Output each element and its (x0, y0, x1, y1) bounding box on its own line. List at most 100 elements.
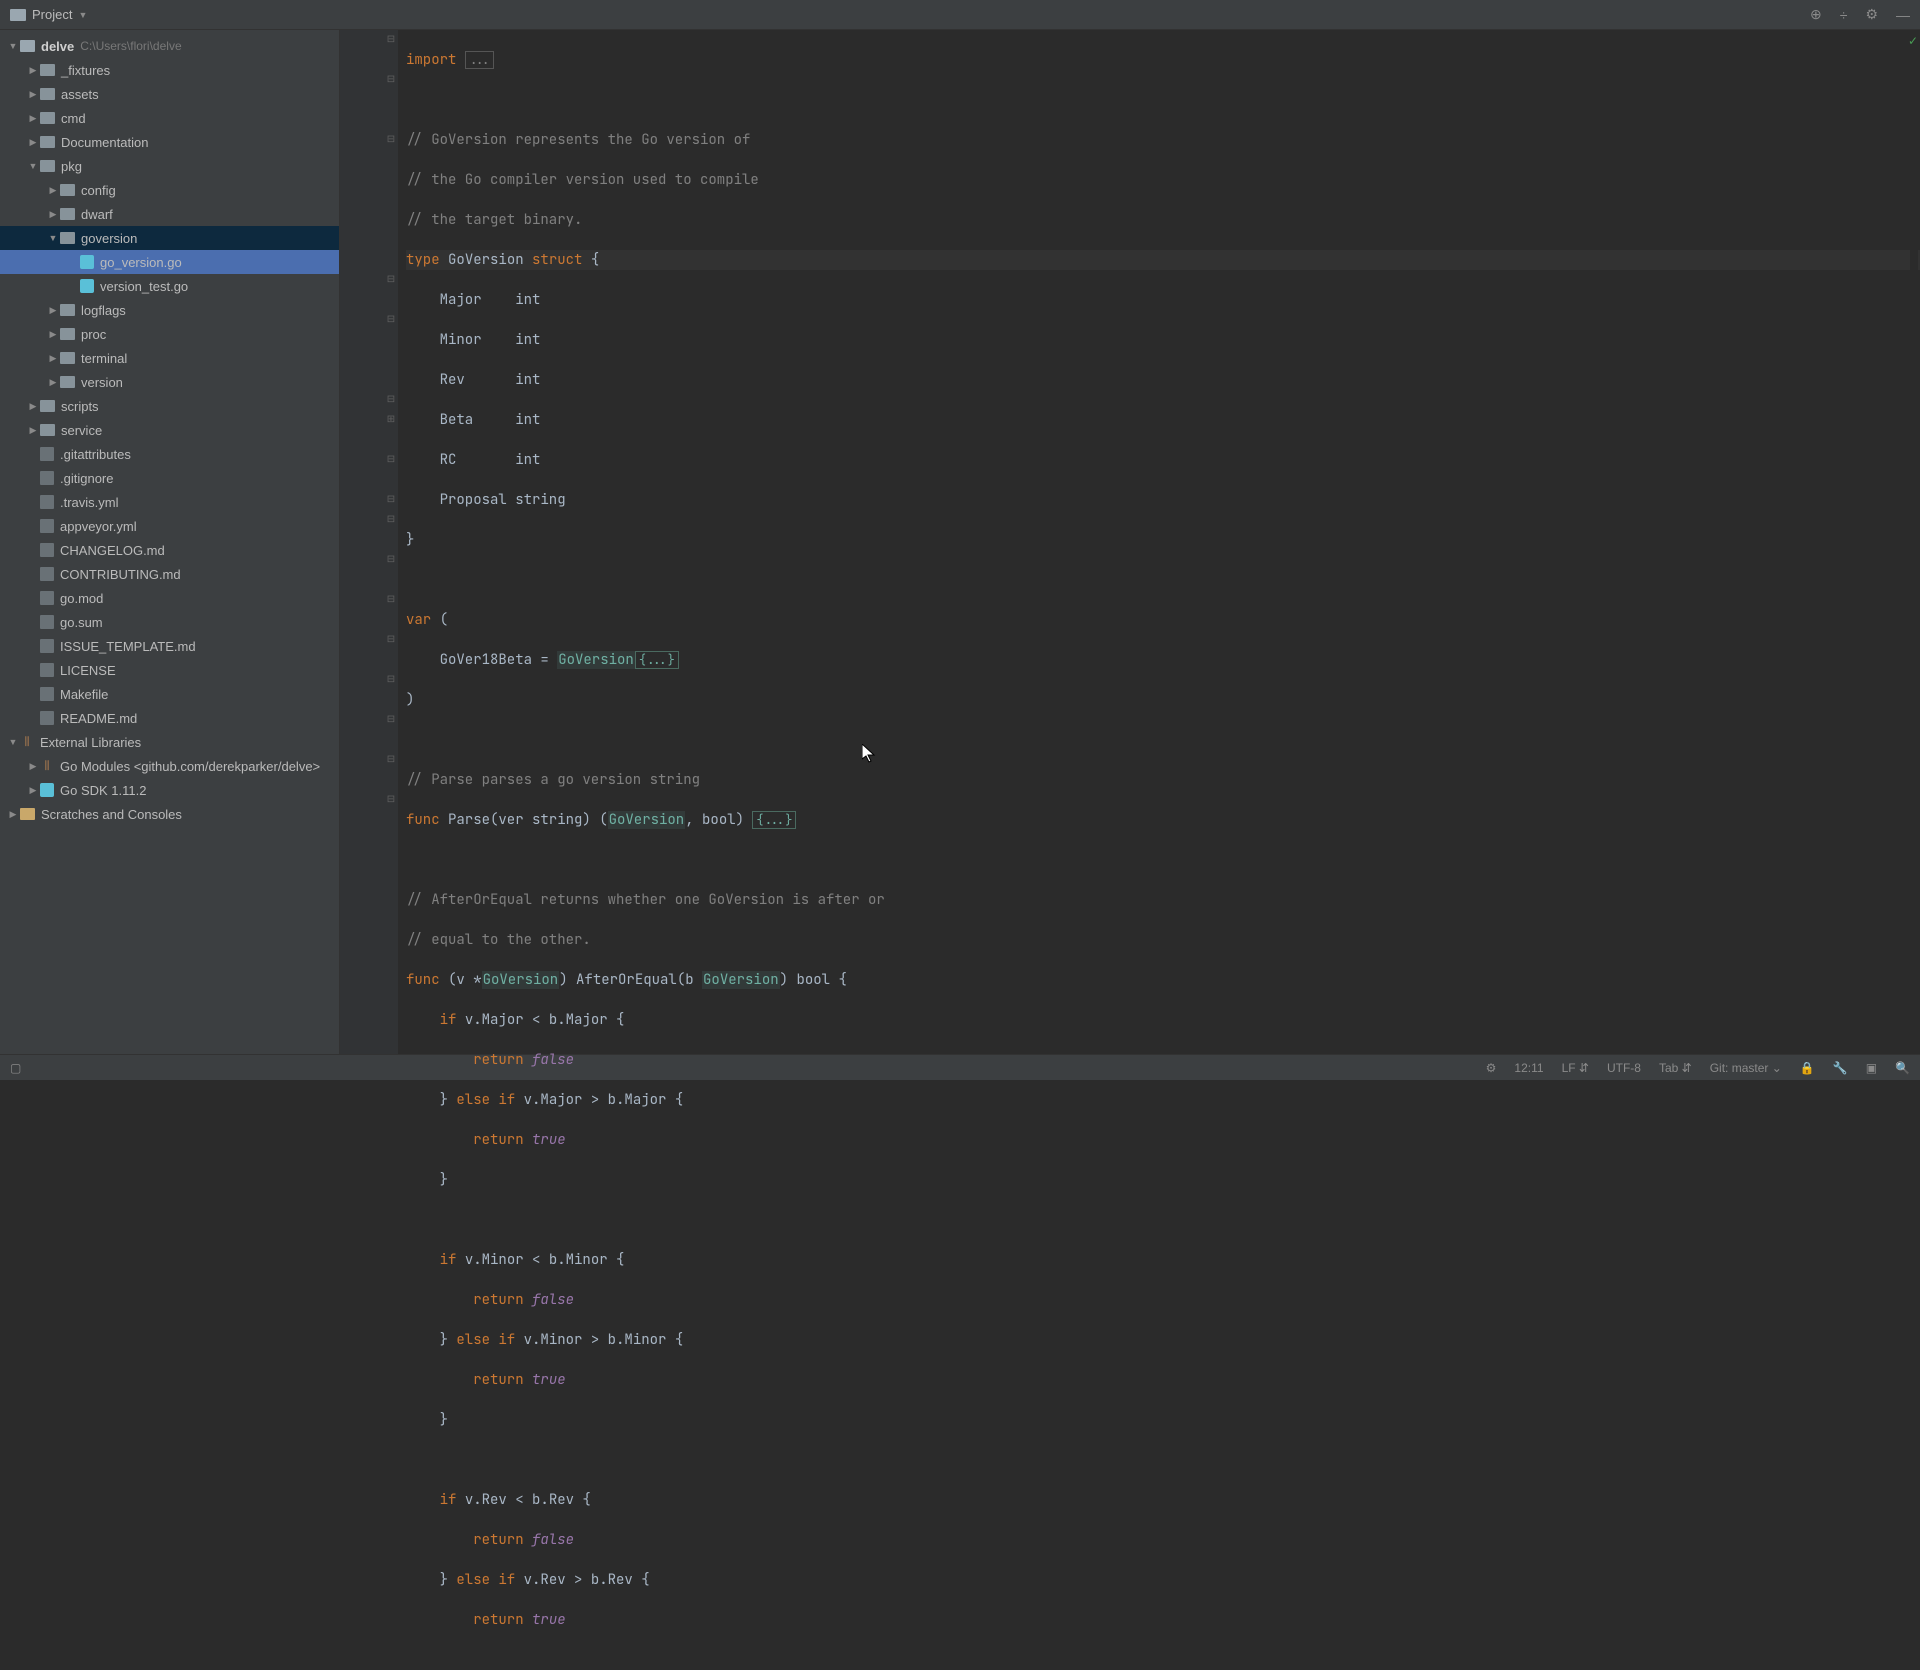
chevron-down-icon[interactable]: ▼ (26, 161, 40, 171)
tree-item-label: Documentation (61, 135, 148, 150)
tree-item-label: goversion (81, 231, 137, 246)
chevron-right-icon[interactable]: ▶ (26, 761, 40, 772)
tree-item-version[interactable]: ▶ version (0, 370, 339, 394)
tree-item-label: pkg (61, 159, 82, 174)
editor[interactable]: ⊟ ⊟ ⊟ ⊟ ⊟ ⊟ ⊞ ⊟ ⊟⊟ ⊟⊟ ⊟ ⊟⊟ ⊟ ⊟ import ..… (340, 30, 1920, 1054)
project-view-icon[interactable] (10, 9, 26, 21)
locate-icon[interactable]: ⊕ (1810, 6, 1822, 23)
tree-item-makefile[interactable]: Makefile (0, 682, 339, 706)
tree-item-go-version-go[interactable]: go_version.go (0, 250, 339, 274)
tree-item-assets[interactable]: ▶assets (0, 82, 339, 106)
gear-icon[interactable]: ⚙ (1865, 6, 1878, 23)
fold-gutter[interactable]: ⊟ ⊟ ⊟ ⊟ ⊟ ⊟ ⊞ ⊟ ⊟⊟ ⊟⊟ ⊟ ⊟⊟ ⊟ ⊟ (384, 30, 398, 1054)
chevron-down-icon[interactable]: ▼ (6, 41, 20, 51)
tree-item--gitignore[interactable]: .gitignore (0, 466, 339, 490)
fold-func-body[interactable]: {...} (752, 811, 796, 829)
tree-item-readme-md[interactable]: README.md (0, 706, 339, 730)
tree-item-dwarf[interactable]: ▶ dwarf (0, 202, 339, 226)
root-name: delve (41, 39, 74, 54)
chevron-right-icon[interactable]: ▶ (26, 65, 40, 76)
tree-item-contributing-md[interactable]: CONTRIBUTING.md (0, 562, 339, 586)
fold-import[interactable]: ... (465, 51, 495, 69)
chevron-right-icon[interactable]: ▶ (6, 809, 20, 820)
file-icon (40, 639, 54, 653)
collapse-icon[interactable]: ÷ (1840, 7, 1848, 23)
tree-item-version-test-go[interactable]: version_test.go (0, 274, 339, 298)
tree-item--travis-yml[interactable]: .travis.yml (0, 490, 339, 514)
code-area[interactable]: import ... // GoVersion represents the G… (398, 30, 1920, 1054)
chevron-right-icon[interactable]: ▶ (26, 137, 40, 148)
chevron-right-icon[interactable]: ▶ (46, 305, 60, 316)
error-stripe[interactable]: ✓ (1910, 30, 1918, 1054)
inspection-ok-icon: ✓ (1908, 34, 1918, 44)
tool-window-icon[interactable]: ▢ (10, 1061, 21, 1075)
tree-item-license[interactable]: LICENSE (0, 658, 339, 682)
project-toolbar: Project ▼ ⊕ ÷ ⚙ — (0, 0, 1920, 30)
chevron-right-icon[interactable]: ▶ (46, 353, 60, 364)
project-label[interactable]: Project (32, 7, 72, 22)
go-sdk-lib[interactable]: ▶ Go SDK 1.11.2 (0, 778, 339, 802)
go-file-icon (80, 255, 94, 269)
file-icon (40, 543, 54, 557)
chevron-right-icon[interactable]: ▶ (26, 89, 40, 100)
tree-item--gitattributes[interactable]: .gitattributes (0, 442, 339, 466)
tree-item-config[interactable]: ▶config (0, 178, 339, 202)
tree-item-issue-template-md[interactable]: ISSUE_TEMPLATE.md (0, 634, 339, 658)
chevron-right-icon[interactable]: ▶ (46, 185, 60, 196)
tree-item-label: README.md (60, 711, 137, 726)
chevron-right-icon[interactable]: ▶ (46, 377, 60, 388)
tree-item-logflags[interactable]: ▶logflags (0, 298, 339, 322)
folder-icon (60, 352, 75, 364)
file-icon (40, 519, 54, 533)
tree-item-documentation[interactable]: ▶ Documentation (0, 130, 339, 154)
chevron-right-icon[interactable]: ▶ (26, 785, 40, 796)
chevron-right-icon[interactable]: ▶ (26, 425, 40, 436)
tree-item-label: ISSUE_TEMPLATE.md (60, 639, 196, 654)
file-icon (40, 615, 54, 629)
tree-item-goversion[interactable]: ▼ goversion (0, 226, 339, 250)
folder-icon (60, 184, 75, 196)
fold-struct-lit[interactable]: {...} (635, 651, 679, 669)
tree-root[interactable]: ▼ delve C:\Users\flori\delve (0, 34, 339, 58)
file-icon (40, 447, 54, 461)
tree-item-pkg[interactable]: ▼ pkg (0, 154, 339, 178)
tree-item-label: .gitignore (60, 471, 113, 486)
root-path: C:\Users\flori\delve (80, 39, 181, 53)
scratches-icon (20, 808, 35, 820)
folder-icon (60, 328, 75, 340)
tree-item--fixtures[interactable]: ▶_fixtures (0, 58, 339, 82)
chevron-right-icon[interactable]: ▶ (46, 329, 60, 340)
tree-item-label: LICENSE (60, 663, 116, 678)
chevron-right-icon[interactable]: ▶ (46, 209, 60, 220)
tree-item-cmd[interactable]: ▶cmd (0, 106, 339, 130)
external-libraries[interactable]: ▼ ⫼ External Libraries (0, 730, 339, 754)
tree-item-appveyor-yml[interactable]: appveyor.yml (0, 514, 339, 538)
tree-item-changelog-md[interactable]: CHANGELOG.md (0, 538, 339, 562)
chevron-down-icon[interactable]: ▼ (78, 10, 87, 20)
tree-item-go-mod[interactable]: go.mod (0, 586, 339, 610)
tree-item-label: dwarf (81, 207, 113, 222)
file-icon (40, 471, 54, 485)
minimize-icon[interactable]: — (1896, 7, 1910, 23)
folder-icon (60, 304, 75, 316)
go-modules-lib[interactable]: ▶ ⫼ Go Modules <github.com/derekparker/d… (0, 754, 339, 778)
tree-item-label: version (81, 375, 123, 390)
chevron-right-icon[interactable]: ▶ (26, 113, 40, 124)
chevron-right-icon[interactable]: ▶ (26, 401, 40, 412)
scratches-node[interactable]: ▶ Scratches and Consoles (0, 802, 339, 826)
tree-item-scripts[interactable]: ▶scripts (0, 394, 339, 418)
project-tree[interactable]: ▼ delve C:\Users\flori\delve ▶_fixtures▶… (0, 30, 340, 1054)
tree-item-proc[interactable]: ▶ proc (0, 322, 339, 346)
tree-item-label: terminal (81, 351, 127, 366)
line-gutter (340, 30, 384, 1054)
file-icon (40, 711, 54, 725)
tree-item-label: Makefile (60, 687, 108, 702)
chevron-down-icon[interactable]: ▼ (6, 737, 20, 747)
go-sdk-icon (40, 783, 54, 797)
tree-item-go-sum[interactable]: go.sum (0, 610, 339, 634)
tree-item-label: proc (81, 327, 106, 342)
tree-item-service[interactable]: ▶service (0, 418, 339, 442)
tree-item-terminal[interactable]: ▶ terminal (0, 346, 339, 370)
tree-item-label: go.sum (60, 615, 103, 630)
chevron-down-icon[interactable]: ▼ (46, 233, 60, 243)
